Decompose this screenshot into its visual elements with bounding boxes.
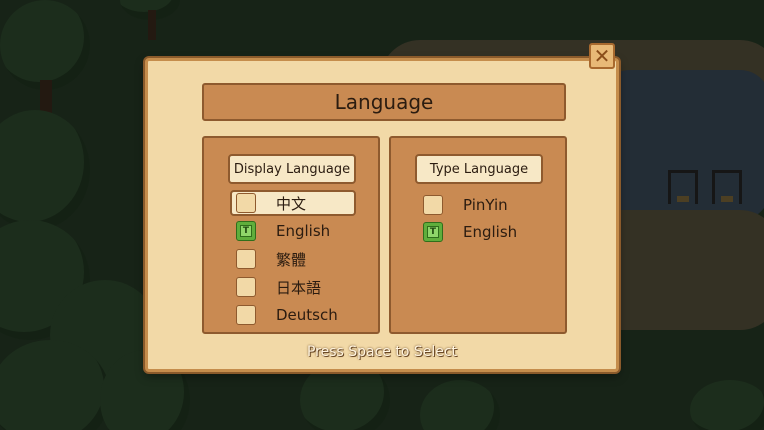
checkbox-icon[interactable]: T [423, 222, 443, 242]
type-option-english[interactable]: T English [417, 219, 543, 245]
display-option-chinese[interactable]: 中文 [230, 190, 356, 216]
checkbox-icon[interactable]: T [236, 221, 256, 241]
close-button[interactable]: ✕ [589, 43, 615, 69]
type-option-pinyin[interactable]: PinYin [417, 192, 543, 218]
game-scene: Language Display Language 中文 T English 繁… [0, 0, 764, 430]
option-label: English [463, 223, 518, 241]
display-language-panel: Display Language 中文 T English 繁體 日本語 Deu… [202, 136, 380, 334]
checkbox-icon[interactable] [236, 193, 256, 213]
display-option-traditional-chinese[interactable]: 繁體 [230, 246, 356, 272]
checkmark-icon: T [427, 226, 439, 238]
language-dialog: Language Display Language 中文 T English 繁… [145, 58, 619, 372]
checkbox-icon[interactable] [236, 277, 256, 297]
option-label: 繁體 [276, 250, 307, 269]
footer-hint: Press Space to Select [306, 344, 458, 360]
option-label: English [276, 222, 331, 240]
type-language-header: Type Language [415, 154, 543, 184]
display-option-english[interactable]: T English [230, 218, 356, 244]
type-language-panel: Type Language PinYin T English [389, 136, 567, 334]
dialog-title: Language [334, 90, 434, 114]
checkbox-icon[interactable] [423, 195, 443, 215]
checkmark-icon: T [240, 225, 252, 237]
display-option-german[interactable]: Deutsch [230, 302, 356, 328]
option-label: Deutsch [276, 306, 338, 324]
option-label: PinYin [463, 196, 508, 214]
close-icon: ✕ [593, 44, 611, 68]
checkbox-icon[interactable] [236, 305, 256, 325]
display-language-header: Display Language [228, 154, 356, 184]
title-bar: Language [202, 83, 566, 121]
checkbox-icon[interactable] [236, 249, 256, 269]
option-label: 日本語 [276, 278, 322, 297]
option-label: 中文 [276, 194, 307, 213]
display-option-japanese[interactable]: 日本語 [230, 274, 356, 300]
